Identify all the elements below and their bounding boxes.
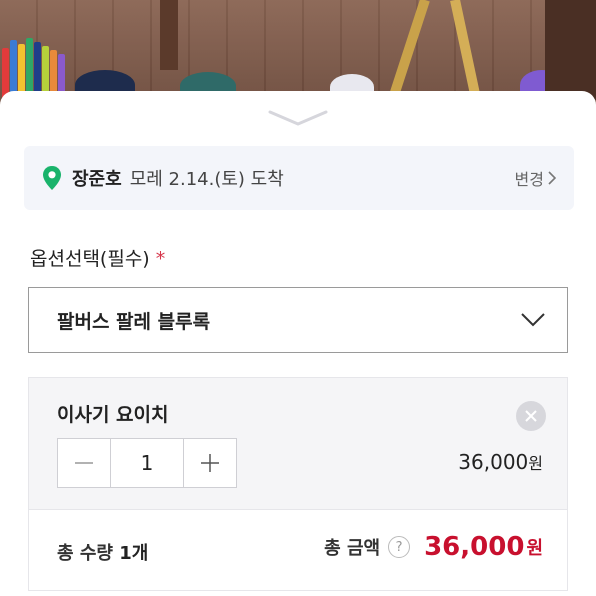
- chevron-down-icon: [521, 313, 545, 327]
- delivery-info-bar: 장준호 모레 2.14.(토) 도착 변경: [24, 146, 574, 210]
- order-summary: 총 수량 1개 총 금액 ? 36,000 원: [28, 509, 568, 591]
- easel-decoration: [389, 0, 481, 100]
- plus-icon: [201, 454, 219, 472]
- item-price-unit: 원: [528, 454, 543, 473]
- remove-item-button[interactable]: [516, 401, 546, 431]
- total-amount-unit: 원: [526, 538, 543, 559]
- total-amount: 총 금액 ? 36,000 원: [324, 532, 543, 562]
- quantity-value[interactable]: 1: [110, 439, 184, 487]
- delivery-eta: 모레 2.14.(토) 도착: [129, 169, 284, 190]
- post-decoration: [160, 0, 178, 70]
- option-label-text: 옵션선택(필수): [30, 248, 150, 270]
- sheet-collapse-chevron-icon[interactable]: [268, 108, 328, 128]
- change-label: 변경: [514, 170, 544, 189]
- total-amount-label: 총 금액: [324, 538, 381, 559]
- item-name: 이사기 요이치: [57, 404, 169, 426]
- item-price: 36,000원: [458, 450, 543, 474]
- item-price-value: 36,000: [458, 450, 529, 474]
- change-address-button[interactable]: 변경: [515, 166, 556, 190]
- selected-option-value: 팔버스 팔레 블루록: [57, 310, 211, 333]
- total-quantity: 총 수량 1개: [57, 539, 148, 565]
- colored-pencils-decoration: [0, 30, 70, 100]
- quantity-stepper: 1: [57, 438, 237, 488]
- decrease-quantity-button[interactable]: [58, 439, 110, 487]
- minus-icon: [75, 462, 93, 464]
- chevron-right-icon: [548, 171, 556, 185]
- total-quantity-value: 1개: [119, 543, 149, 564]
- question-icon[interactable]: ?: [388, 536, 411, 558]
- selected-item-card: 이사기 요이치 1 36,000원: [28, 377, 568, 509]
- required-mark: *: [155, 248, 166, 270]
- close-icon: [525, 410, 537, 422]
- shelf-decoration: [545, 0, 596, 100]
- option-section-label: 옵션선택(필수) *: [30, 244, 165, 271]
- total-quantity-label: 총 수량: [57, 543, 113, 564]
- recipient-name: 장준호: [72, 169, 122, 190]
- option-select[interactable]: 팔버스 팔레 블루록: [28, 287, 568, 353]
- total-amount-value: 36,000: [424, 532, 525, 562]
- increase-quantity-button[interactable]: [184, 439, 236, 487]
- location-pin-icon: [43, 166, 61, 190]
